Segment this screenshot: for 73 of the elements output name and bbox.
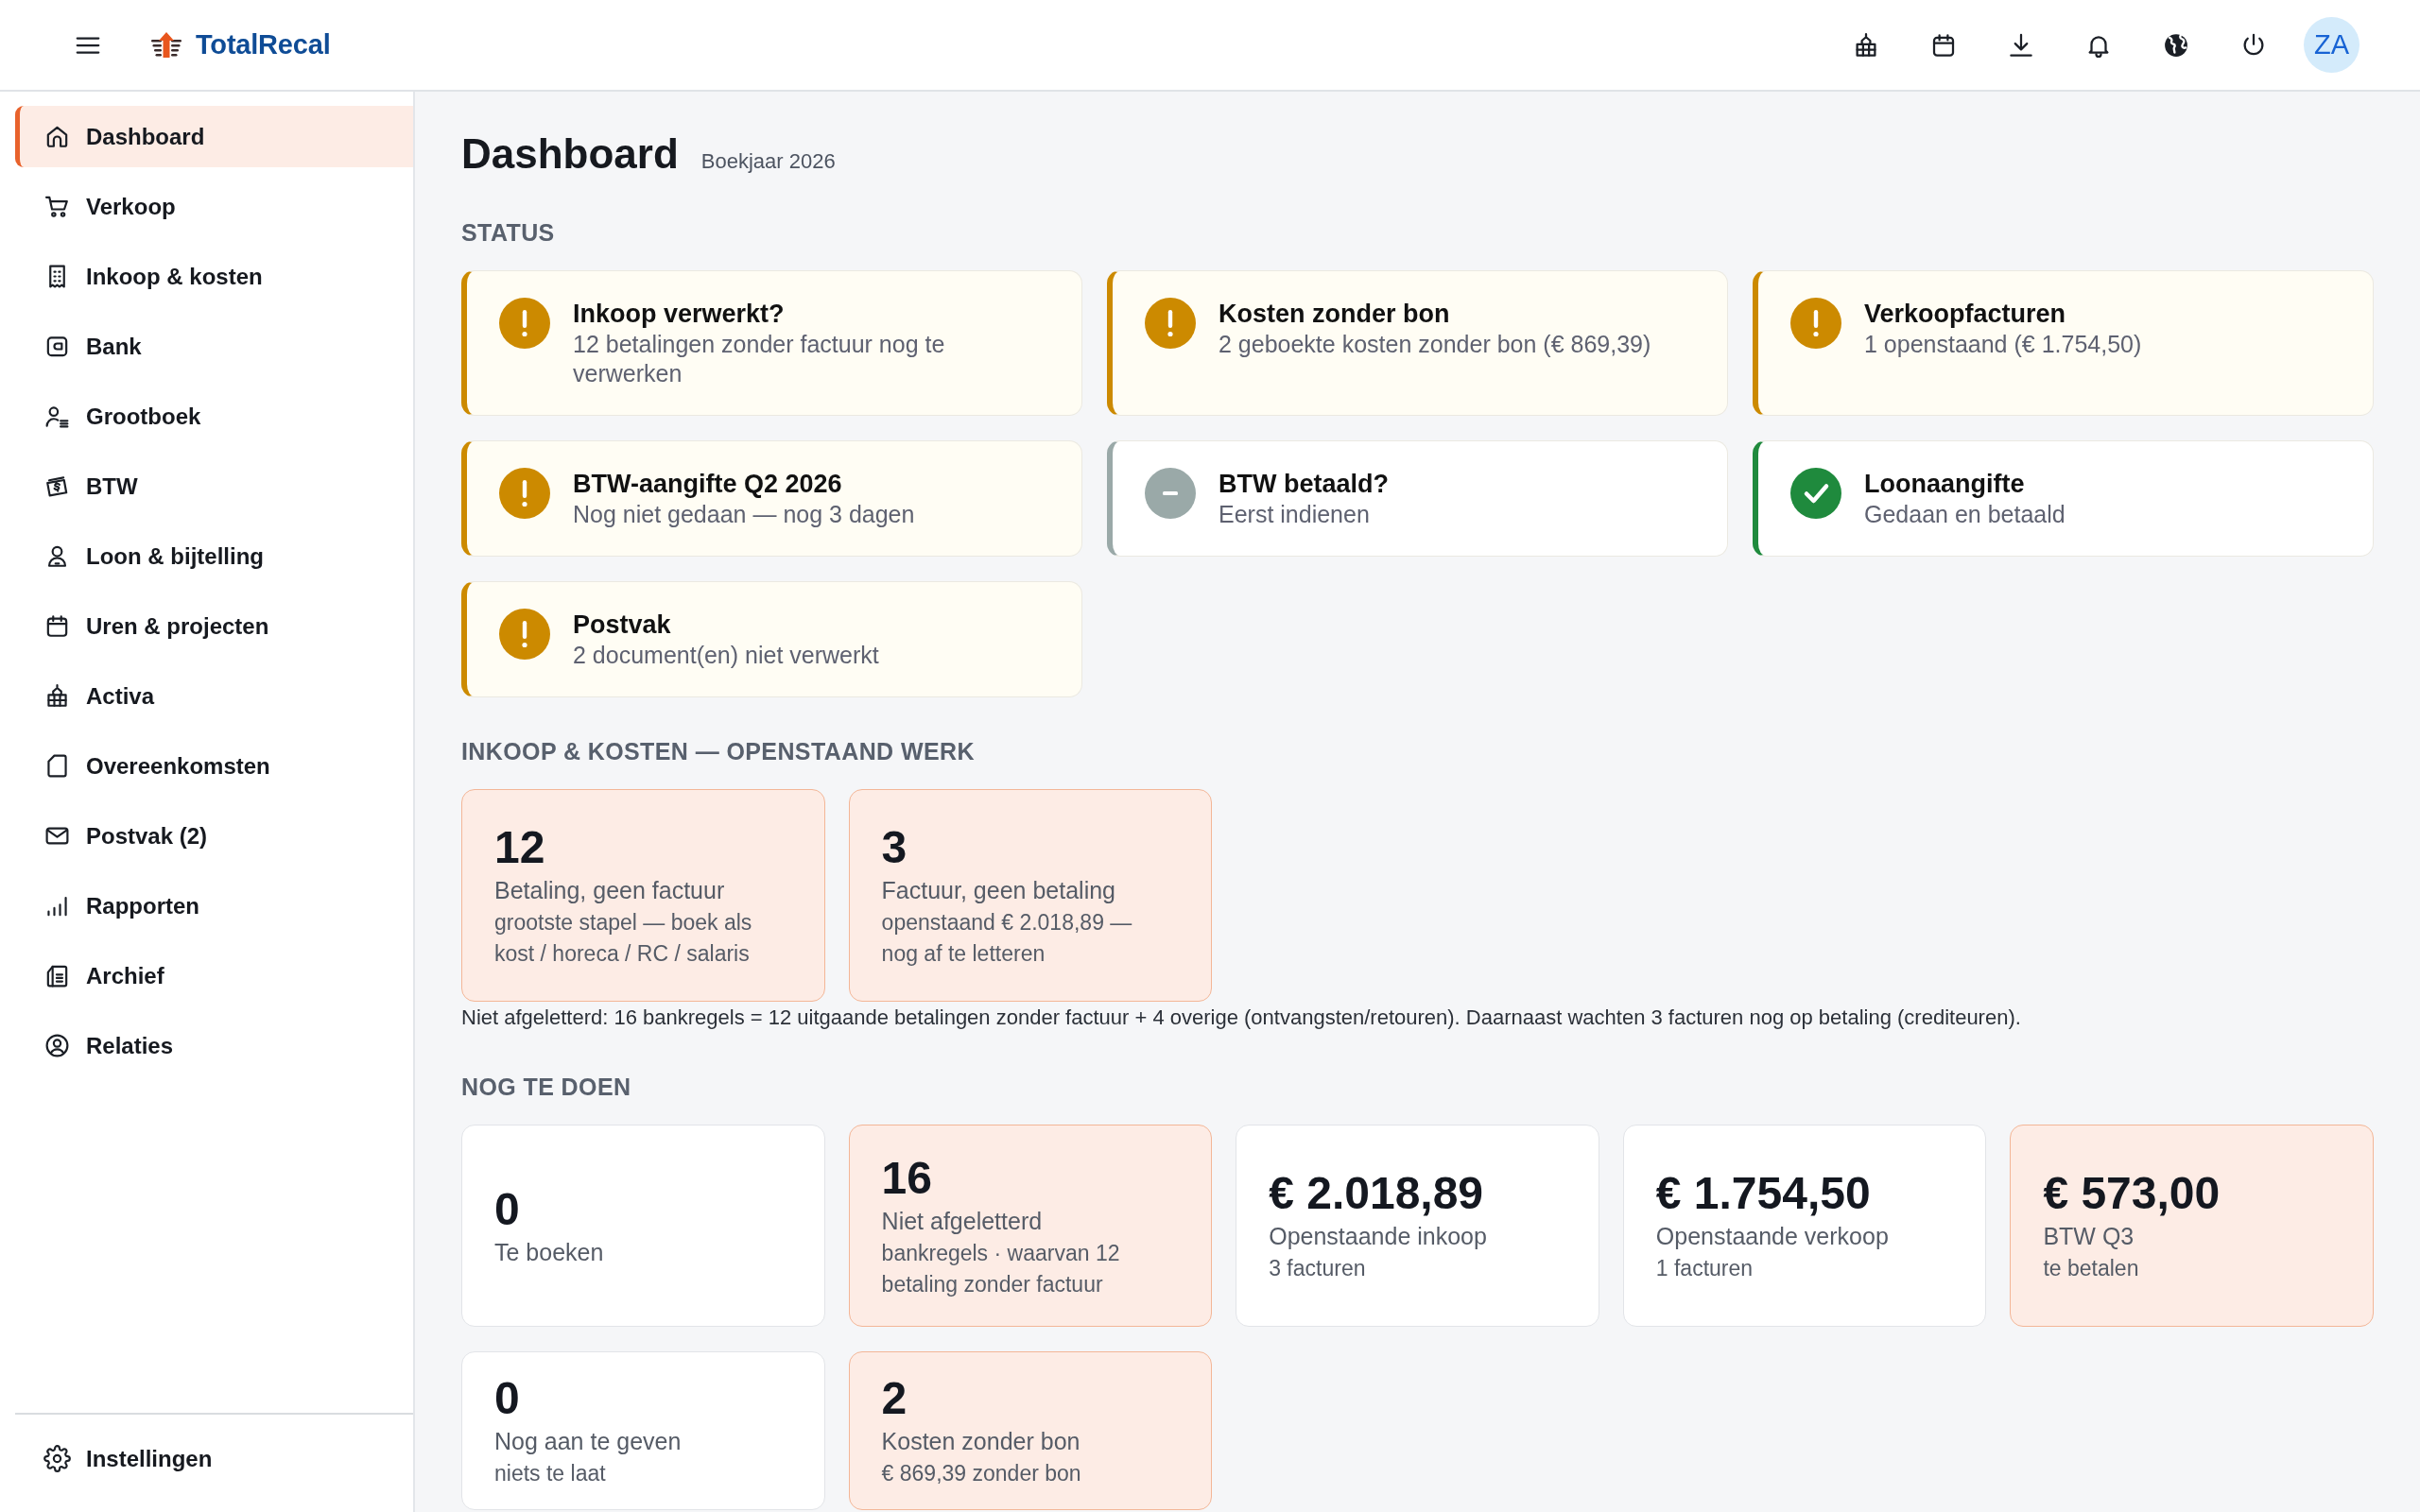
exclamation-icon bbox=[1145, 298, 1196, 349]
card-detail: niets te laat bbox=[494, 1460, 607, 1487]
card-label: BTW Q3 bbox=[2043, 1222, 2135, 1251]
nav-item[interactable]: Bank bbox=[15, 316, 413, 377]
nav-item[interactable]: Activa bbox=[15, 665, 413, 727]
exclamation-icon bbox=[499, 298, 550, 349]
card-detail: 1 facturen bbox=[1655, 1255, 1754, 1282]
nav-item[interactable]: Rapporten bbox=[15, 875, 413, 936]
card-label: Openstaande inkoop bbox=[1269, 1222, 1488, 1251]
status-title: Inkoop verwerkt? bbox=[573, 299, 786, 330]
status-text: 2 document(en) niet verwerkt bbox=[573, 641, 879, 670]
card-detail: te betalen bbox=[2043, 1255, 2140, 1282]
card-value: € 2.018,89 bbox=[1269, 1167, 1485, 1220]
status-title: BTW-aangifte Q2 2026 bbox=[573, 469, 843, 500]
nav-item[interactable]: BTW bbox=[15, 455, 413, 517]
nav-item[interactable]: Verkoop bbox=[15, 176, 413, 237]
status-title: Loonaangifte bbox=[1864, 469, 2026, 500]
nav-item[interactable]: Loon & bijtelling bbox=[15, 525, 413, 587]
status-title: Verkoopfacturen bbox=[1864, 299, 2067, 330]
summary-note: Niet afgeletterd: 16 bankregels = 12 uitgaande betalingen zonder factuur + 4 overige (ontvangsten/retouren). Daarnaast wachten 3 facturen nog op betaling (crediteuren). bbox=[461, 1005, 2022, 1031]
card-value: 2 bbox=[881, 1372, 908, 1425]
status-text: Nog niet gedaan — nog 3 dagen bbox=[573, 500, 915, 529]
exclamation-icon bbox=[499, 609, 550, 660]
brand-name[interactable]: TotalRecal bbox=[196, 29, 331, 60]
section-heading: INKOOP & KOSTEN — OPENSTAAND WERK bbox=[461, 737, 976, 765]
user-circle-icon bbox=[43, 1032, 71, 1059]
nav-item[interactable]: Archief bbox=[15, 945, 413, 1006]
user-avatar[interactable]: ZA bbox=[2304, 17, 2360, 73]
exclamation-icon bbox=[1790, 298, 1841, 349]
card-label: Factuur, geen betaling bbox=[881, 876, 1116, 905]
card-value: 16 bbox=[881, 1151, 933, 1205]
status-text: Gedaan en betaald bbox=[1864, 500, 2066, 529]
minus-icon bbox=[1145, 468, 1196, 519]
exclamation-icon bbox=[499, 468, 550, 519]
card-label: Niet afgeletterd bbox=[881, 1206, 1044, 1236]
section-heading: STATUS bbox=[461, 218, 556, 247]
nav-item[interactable]: Grootboek bbox=[15, 386, 413, 447]
status-text: 2 geboekte kosten zonder bon (€ 869,39) bbox=[1219, 330, 1651, 359]
status-text: 12 betalingen zonder factuur nog te verwerken bbox=[573, 330, 946, 388]
card-detail: grootste stapel — boek als kost / horeca / RC / salaris bbox=[494, 909, 753, 968]
nav-item[interactable]: Instellingen bbox=[15, 1428, 413, 1489]
card-detail: bankregels · waarvan 12 betaling zonder factuur bbox=[881, 1239, 1121, 1298]
check-icon bbox=[1790, 468, 1841, 519]
section-heading: NOG TE DOEN bbox=[461, 1073, 632, 1101]
card-value: 0 bbox=[494, 1182, 521, 1236]
nav-item[interactable]: Postvak (2) bbox=[15, 805, 413, 867]
card-label: Betaling, geen factuur bbox=[494, 876, 726, 905]
gear-icon bbox=[43, 1445, 71, 1472]
status-text: Eerst indienen bbox=[1219, 500, 1371, 529]
card-detail: openstaand € 2.018,89 — nog af te letteren bbox=[881, 909, 1133, 968]
card-label: Kosten zonder bon bbox=[881, 1427, 1081, 1456]
card-value: 3 bbox=[881, 821, 908, 874]
card-detail: € 869,39 zonder bon bbox=[881, 1460, 1082, 1487]
logo-icon[interactable] bbox=[150, 30, 182, 60]
card-detail: 3 facturen bbox=[1269, 1255, 1367, 1282]
nav-item[interactable]: Relaties bbox=[15, 1015, 413, 1076]
status-title: BTW betaald? bbox=[1219, 469, 1389, 500]
card-label: Te boeken bbox=[494, 1237, 605, 1267]
status-title: Postvak bbox=[573, 610, 672, 641]
card-value: 12 bbox=[494, 821, 546, 874]
status-title: Kosten zonder bon bbox=[1219, 299, 1451, 330]
card-value: 0 bbox=[494, 1372, 521, 1425]
fiscal-year-label: Boekjaar 2026 bbox=[700, 149, 836, 174]
nav-item[interactable]: Inkoop & kosten bbox=[15, 246, 413, 307]
nav-item[interactable]: Uren & projecten bbox=[15, 595, 413, 657]
status-text: 1 openstaand (€ 1.754,50) bbox=[1864, 330, 2142, 359]
card-value: € 573,00 bbox=[2043, 1167, 2221, 1220]
page-title: Dashboard bbox=[461, 129, 679, 179]
card-label: Nog aan te geven bbox=[494, 1427, 683, 1456]
nav-item[interactable]: Overeenkomsten bbox=[15, 735, 413, 797]
card-value: € 1.754,50 bbox=[1655, 1167, 1872, 1220]
nav-item[interactable]: Dashboard bbox=[15, 106, 413, 167]
card-label: Openstaande verkoop bbox=[1655, 1222, 1890, 1251]
